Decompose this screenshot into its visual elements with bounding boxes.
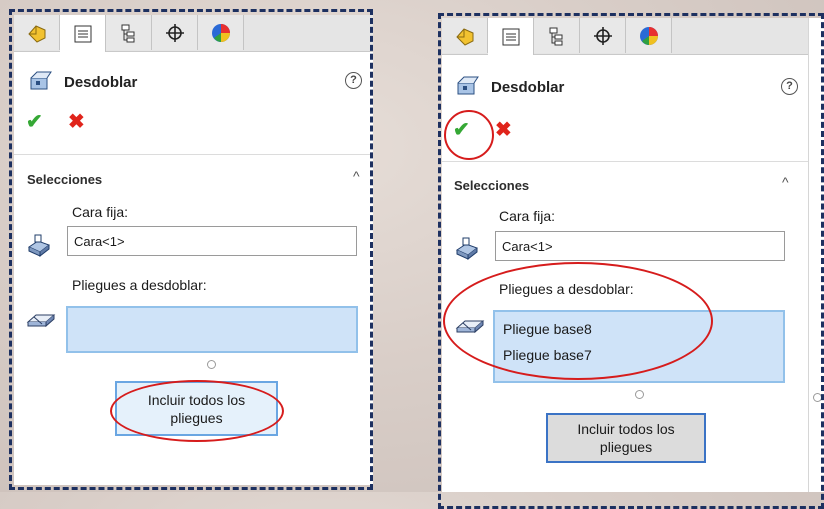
selections-section-header[interactable]: Selecciones — [454, 178, 529, 193]
list-item[interactable]: Pliegue base8 — [503, 316, 775, 342]
manager-tab-bar — [442, 18, 808, 55]
bends-to-unfold-label: Pliegues a desdoblar: — [72, 277, 207, 293]
dimxpert-icon — [165, 23, 184, 42]
unfold-feature-icon — [454, 74, 480, 101]
fixed-face-input[interactable]: Cara<1> — [67, 226, 357, 256]
display-manager-tab[interactable] — [626, 18, 672, 53]
configuration-manager-tab[interactable] — [106, 15, 152, 50]
configuration-manager-tab[interactable] — [534, 18, 580, 53]
feature-manager-tab[interactable] — [442, 18, 488, 53]
manager-tab-bar — [14, 15, 373, 52]
property-manager-title: Desdoblar — [491, 79, 565, 96]
include-all-bends-button[interactable]: Incluir todos los pliegues — [546, 413, 706, 463]
selections-section-header[interactable]: Selecciones — [27, 172, 102, 187]
feature-manager-icon — [455, 27, 473, 46]
fixed-face-label: Cara fija: — [499, 208, 556, 224]
cancel-x-icon[interactable]: ✖ — [68, 112, 85, 132]
bends-icon — [455, 316, 485, 341]
unfold-feature-icon — [27, 69, 53, 96]
bends-list[interactable]: Pliegue base8 Pliegue base7 — [493, 310, 785, 383]
feature-manager-tab[interactable] — [14, 15, 60, 50]
configuration-manager-icon — [121, 24, 134, 42]
separator — [14, 154, 373, 155]
feature-manager-icon — [27, 24, 45, 43]
separator — [442, 161, 808, 162]
property-manager-tab[interactable] — [60, 15, 106, 52]
list-resize-handle[interactable] — [207, 360, 216, 369]
fixed-face-input[interactable]: Cara<1> — [495, 231, 785, 261]
unfold-property-panel-before: Desdoblar ? ✔ ✖ Selecciones ^ Cara fija:… — [14, 15, 373, 485]
graphics-area-edge — [808, 18, 824, 492]
bends-list[interactable] — [66, 306, 358, 353]
list-resize-handle[interactable] — [635, 390, 644, 399]
collapse-chevron-icon[interactable]: ^ — [782, 174, 789, 190]
configuration-manager-icon — [549, 27, 562, 45]
display-manager-tab[interactable] — [198, 15, 244, 50]
ok-checkmark-icon[interactable]: ✔ — [26, 112, 43, 132]
fixed-face-icon — [26, 233, 52, 260]
help-icon[interactable]: ? — [345, 72, 362, 89]
dimxpert-icon — [593, 26, 612, 45]
dimxpert-tab[interactable] — [580, 18, 626, 53]
bends-icon — [26, 310, 56, 335]
fixed-face-icon — [454, 236, 480, 263]
include-all-bends-button[interactable]: Incluir todos los pliegues — [115, 381, 278, 436]
display-manager-icon — [211, 23, 230, 42]
property-manager-title: Desdoblar — [64, 74, 138, 91]
property-manager-icon — [74, 25, 91, 42]
collapse-chevron-icon[interactable]: ^ — [353, 168, 360, 184]
property-manager-tab[interactable] — [488, 18, 534, 55]
bends-to-unfold-label: Pliegues a desdoblar: — [499, 281, 634, 297]
display-manager-icon — [639, 26, 658, 45]
ok-checkmark-icon[interactable]: ✔ — [453, 120, 470, 140]
property-manager-icon — [502, 28, 519, 45]
cancel-x-icon[interactable]: ✖ — [495, 120, 512, 140]
list-item[interactable]: Pliegue base7 — [503, 342, 775, 368]
unfold-property-panel-after: Desdoblar ? ✔ ✖ Selecciones ^ Cara fija:… — [442, 18, 808, 492]
help-icon[interactable]: ? — [781, 78, 798, 95]
fixed-face-label: Cara fija: — [72, 204, 129, 220]
splitter-handle[interactable] — [813, 393, 822, 402]
dimxpert-tab[interactable] — [152, 15, 198, 50]
